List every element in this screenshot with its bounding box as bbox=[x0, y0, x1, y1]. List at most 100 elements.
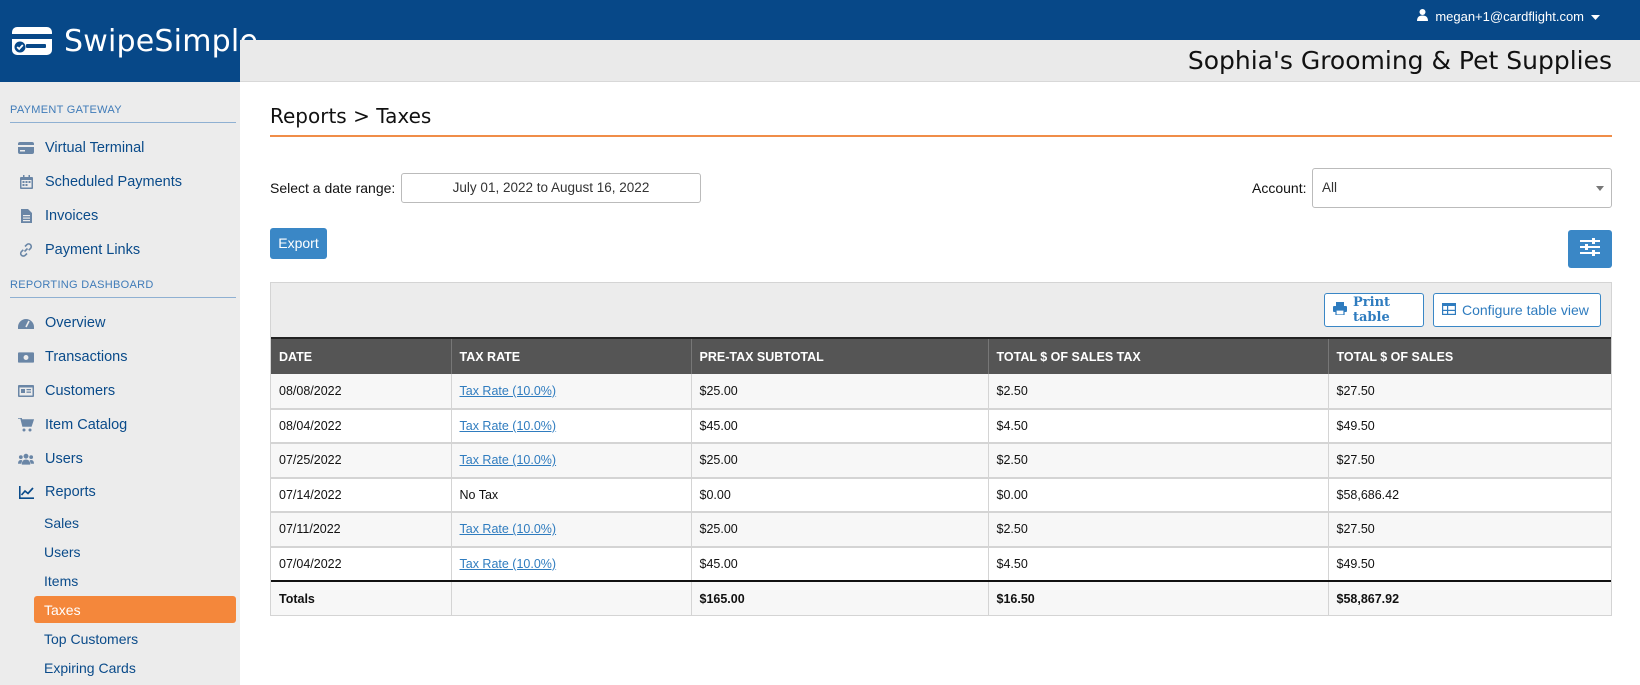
sidebar-item-users[interactable]: Users bbox=[0, 442, 240, 476]
sliders-icon bbox=[1580, 237, 1600, 261]
cell-total: $49.50 bbox=[1328, 408, 1611, 444]
totals-total: $58,867.92 bbox=[1328, 581, 1611, 615]
sidebar-item-customers[interactable]: Customers bbox=[0, 374, 240, 408]
sidebar-subitem-users[interactable]: Users bbox=[0, 537, 240, 566]
sidebar-subitem-top-customers[interactable]: Top Customers bbox=[0, 624, 240, 653]
sidebar-item-item-catalog[interactable]: Item Catalog bbox=[0, 408, 240, 442]
table-row: 07/25/2022 Tax Rate (10.0%) $25.00 $2.50… bbox=[271, 443, 1611, 479]
table-icon bbox=[1442, 302, 1457, 318]
date-range-input[interactable]: July 01, 2022 to August 16, 2022 bbox=[401, 173, 701, 203]
cart-icon bbox=[18, 418, 34, 432]
export-button[interactable]: Export bbox=[270, 228, 327, 259]
app-logo[interactable]: SwipeSimple bbox=[0, 0, 258, 82]
sidebar-subitem-sales[interactable]: Sales bbox=[0, 508, 240, 537]
cell-tax-rate: Tax Rate (10.0%) bbox=[451, 374, 692, 410]
column-header-sales-tax[interactable]: TOTAL $ OF SALES TAX bbox=[988, 337, 1329, 374]
cell-subtotal: $45.00 bbox=[691, 546, 989, 582]
cell-subtotal: $25.00 bbox=[691, 374, 989, 410]
totals-subtotal: $165.00 bbox=[691, 581, 989, 615]
sidebar-item-virtual-terminal[interactable]: Virtual Terminal bbox=[0, 131, 240, 165]
totals-tax-rate bbox=[451, 581, 692, 615]
print-table-label: Print table bbox=[1353, 295, 1391, 325]
app-name: SwipeSimple bbox=[64, 23, 259, 59]
tax-rate-link[interactable]: Tax Rate (10.0%) bbox=[460, 419, 557, 433]
print-table-button[interactable]: Print table bbox=[1324, 293, 1424, 327]
gauge-icon bbox=[18, 316, 34, 330]
swipesimple-logo-icon bbox=[12, 25, 54, 57]
sidebar-section-payment-gateway: PAYMENT GATEWAY bbox=[10, 104, 122, 116]
cell-total: $49.50 bbox=[1328, 546, 1611, 582]
column-header-pre-tax-subtotal[interactable]: PRE-TAX SUBTOTAL bbox=[691, 337, 989, 374]
users-icon bbox=[18, 452, 34, 466]
calendar-icon bbox=[18, 175, 34, 189]
cell-tax-rate: Tax Rate (10.0%) bbox=[451, 546, 692, 582]
cell-sales-tax: $2.50 bbox=[988, 374, 1329, 410]
sidebar-subitem-taxes[interactable]: Taxes bbox=[34, 596, 236, 623]
printer-icon bbox=[1333, 301, 1347, 319]
sidebar-item-label: Customers bbox=[45, 383, 116, 399]
column-header-total-sales[interactable]: TOTAL $ OF SALES bbox=[1328, 337, 1611, 374]
cell-tax-rate: No Tax bbox=[451, 477, 692, 513]
cell-date: 07/11/2022 bbox=[271, 512, 452, 548]
column-header-date[interactable]: DATE bbox=[271, 337, 452, 374]
cell-sales-tax: $4.50 bbox=[988, 546, 1329, 582]
filter-settings-button[interactable] bbox=[1568, 230, 1612, 268]
credit-card-icon bbox=[18, 141, 34, 155]
tax-rate-link[interactable]: Tax Rate (10.0%) bbox=[460, 453, 557, 467]
configure-table-label: Configure table view bbox=[1462, 302, 1589, 318]
cell-sales-tax: $2.50 bbox=[988, 512, 1329, 548]
cell-sales-tax: $4.50 bbox=[988, 408, 1329, 444]
sidebar-subitem-items[interactable]: Items bbox=[0, 566, 240, 595]
date-range-label: Select a date range: bbox=[270, 180, 396, 196]
sidebar-item-payment-links[interactable]: Payment Links bbox=[0, 233, 240, 267]
sidebar-item-label: Users bbox=[45, 451, 83, 467]
totals-row: Totals $165.00 $16.50 $58,867.92 bbox=[271, 581, 1611, 615]
cell-date: 08/04/2022 bbox=[271, 408, 452, 444]
sidebar-item-reports[interactable]: Reports bbox=[0, 476, 240, 508]
taxes-table-container: Print table Configure table view DATE TA… bbox=[270, 282, 1612, 616]
sidebar-item-transactions[interactable]: Transactions bbox=[0, 340, 240, 374]
sidebar-divider bbox=[10, 122, 236, 123]
totals-sales-tax: $16.50 bbox=[988, 581, 1329, 615]
cell-subtotal: $25.00 bbox=[691, 512, 989, 548]
column-header-tax-rate[interactable]: TAX RATE bbox=[451, 337, 692, 374]
sidebar-item-label: Virtual Terminal bbox=[45, 140, 145, 156]
sidebar-item-label: Scheduled Payments bbox=[45, 174, 183, 190]
caret-down-icon bbox=[1596, 186, 1604, 191]
sidebar-item-label: Payment Links bbox=[45, 242, 141, 258]
table-row: 07/11/2022 Tax Rate (10.0%) $25.00 $2.50… bbox=[271, 512, 1611, 548]
sidebar: PAYMENT GATEWAY Virtual Terminal Schedul… bbox=[0, 82, 240, 685]
tax-rate-link[interactable]: Tax Rate (10.0%) bbox=[460, 384, 557, 398]
sidebar-item-invoices[interactable]: Invoices bbox=[0, 199, 240, 233]
table-row: 08/08/2022 Tax Rate (10.0%) $25.00 $2.50… bbox=[271, 374, 1611, 410]
merchant-bar: Sophia's Grooming & Pet Supplies bbox=[240, 40, 1640, 82]
configure-table-view-button[interactable]: Configure table view bbox=[1433, 293, 1601, 327]
table-row: 07/04/2022 Tax Rate (10.0%) $45.00 $4.50… bbox=[271, 546, 1611, 582]
sidebar-item-label: Item Catalog bbox=[45, 417, 128, 433]
user-email: megan+1@cardflight.com bbox=[1435, 9, 1584, 24]
cell-date: 07/25/2022 bbox=[271, 443, 452, 479]
sidebar-item-label: Reports bbox=[45, 484, 96, 500]
table-row: 08/04/2022 Tax Rate (10.0%) $45.00 $4.50… bbox=[271, 408, 1611, 444]
tax-rate-link[interactable]: Tax Rate (10.0%) bbox=[460, 522, 557, 536]
chevron-down-icon bbox=[1591, 9, 1600, 24]
breadcrumb-underline bbox=[270, 135, 1612, 137]
account-select[interactable]: All bbox=[1312, 168, 1612, 208]
cell-total: $58,686.42 bbox=[1328, 477, 1611, 513]
user-icon bbox=[1417, 9, 1429, 24]
sidebar-item-label: Transactions bbox=[45, 349, 128, 365]
sidebar-subitem-expiring-cards[interactable]: Expiring Cards bbox=[0, 653, 240, 682]
cell-total: $27.50 bbox=[1328, 512, 1611, 548]
cell-subtotal: $25.00 bbox=[691, 443, 989, 479]
tax-rate-link[interactable]: Tax Rate (10.0%) bbox=[460, 557, 557, 571]
merchant-name: Sophia's Grooming & Pet Supplies bbox=[1187, 46, 1612, 75]
sidebar-item-overview[interactable]: Overview bbox=[0, 306, 240, 340]
taxes-table: DATE TAX RATE PRE-TAX SUBTOTAL TOTAL $ O… bbox=[271, 337, 1611, 615]
table-header-row: DATE TAX RATE PRE-TAX SUBTOTAL TOTAL $ O… bbox=[271, 337, 1611, 374]
cell-tax-rate: Tax Rate (10.0%) bbox=[451, 512, 692, 548]
user-menu[interactable]: megan+1@cardflight.com bbox=[1417, 9, 1600, 24]
table-row: 07/14/2022 No Tax $0.00 $0.00 $58,686.42 bbox=[271, 477, 1611, 513]
sidebar-item-scheduled-payments[interactable]: Scheduled Payments bbox=[0, 165, 240, 199]
money-icon bbox=[18, 350, 34, 364]
account-label: Account: bbox=[1252, 180, 1307, 196]
